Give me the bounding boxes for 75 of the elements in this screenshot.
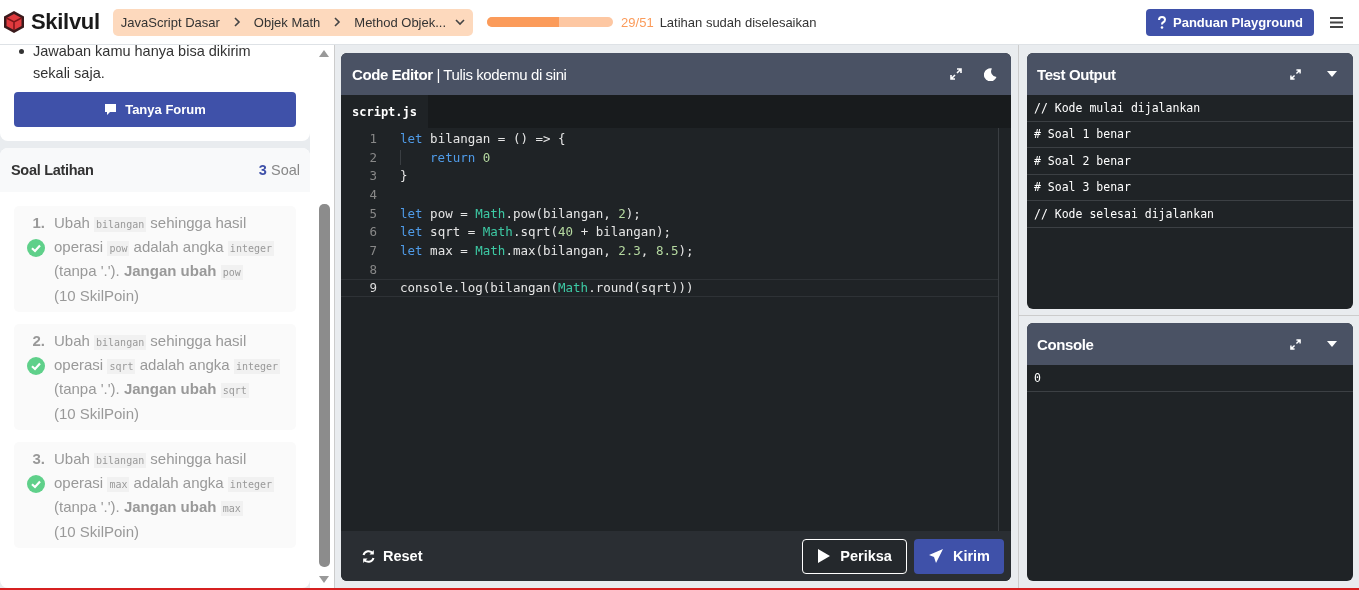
line-number: 9	[368, 280, 377, 296]
points-label: (10 SkilPoin)	[54, 405, 141, 422]
cube-logo-icon	[2, 10, 26, 34]
output-line: 0	[1027, 365, 1353, 392]
menu-button[interactable]	[1328, 14, 1345, 30]
line-number: 5	[368, 205, 377, 221]
output-line: // Kode mulai dijalankan	[1027, 95, 1353, 122]
line-number: 7	[368, 242, 377, 258]
code-line: let sqrt = Math.sqrt(40 + bilangan);	[400, 224, 671, 240]
line-number: 2	[368, 149, 377, 165]
exercise-text: Ubah bilangan sehingga hasil operasi max adalah angka integer (tanpa '.'). Jangan ubah max	[54, 448, 290, 520]
paper-plane-icon	[927, 548, 944, 564]
exercise-number: 1.	[32, 213, 45, 233]
panel-title: Test Output	[1037, 65, 1116, 83]
bullet-icon	[19, 49, 24, 54]
line-number: 6	[368, 224, 377, 240]
collapse-button[interactable]	[1327, 341, 1337, 347]
instruction-text: Jawaban kamu hanya bisa dikirim sekali saja.	[33, 42, 252, 83]
chevron-right-icon	[333, 17, 342, 27]
check-button[interactable]: Periksa	[802, 538, 907, 574]
file-tab[interactable]: script.js	[341, 95, 429, 128]
exercise-title: Soal Latihan	[11, 162, 94, 178]
expand-icon	[1290, 338, 1301, 350]
caret-down-icon	[1327, 71, 1337, 77]
expand-button[interactable]	[1290, 68, 1301, 80]
breadcrumb-item[interactable]: Objek Math	[253, 14, 321, 30]
logo-text: Skilvul	[31, 9, 100, 35]
code-line: console.log(bilangan(Math.round(sqrt)))	[400, 280, 694, 296]
progress-count: 29/51	[621, 14, 654, 30]
play-icon	[817, 548, 832, 564]
expand-button[interactable]	[950, 68, 962, 80]
code-line: let bilangan = () => {	[400, 130, 566, 146]
line-number: 1	[368, 130, 377, 146]
exercise-text: Ubah bilangan sehingga hasil operasi pow adalah angka integer (tanpa '.'). Jangan ubah pow	[54, 212, 290, 284]
code-line: let pow = Math.pow(bilangan, 2);	[400, 205, 641, 221]
scroll-down-icon	[319, 576, 329, 583]
chat-bubble-icon	[104, 103, 118, 116]
expand-icon	[1290, 68, 1301, 80]
scrollbar-thumb[interactable]	[318, 204, 330, 567]
exercise-number: 2.	[32, 331, 45, 351]
code-line: let max = Math.max(bilangan, 2.3, 8.5);	[400, 242, 694, 258]
collapse-button[interactable]	[1327, 71, 1337, 77]
output-line: # Soal 1 benar	[1027, 121, 1353, 148]
moon-icon	[984, 67, 997, 81]
panel-title: Console	[1037, 335, 1094, 353]
line-number: 8	[368, 261, 377, 277]
expand-icon	[950, 68, 962, 80]
reset-button[interactable]: Reset	[361, 548, 423, 564]
breadcrumb-item[interactable]: JavaScript Dasar	[120, 14, 220, 30]
guide-button[interactable]: Panduan Playground	[1146, 8, 1314, 36]
points-label: (10 SkilPoin)	[54, 523, 141, 540]
submit-button[interactable]: Kirim	[913, 538, 1004, 574]
question-icon	[1157, 15, 1167, 29]
chevron-right-icon	[232, 17, 241, 27]
exercise-number: 3.	[32, 449, 45, 469]
editor-title: Code Editor | Tulis kodemu di sini	[352, 65, 567, 83]
forum-button[interactable]: Tanya Forum	[14, 92, 296, 127]
line-number: 3	[368, 168, 377, 184]
code-line: }	[400, 168, 408, 184]
points-label: (10 SkilPoin)	[54, 287, 141, 304]
menu-icon	[1330, 16, 1343, 28]
exercise-count: 3 Soal	[258, 162, 300, 178]
chevron-down-icon	[455, 18, 466, 26]
exercise-text: Ubah bilangan sehingga hasil operasi sqrt adalah angka integer (tanpa '.'). Jangan ubah sqrt	[54, 331, 282, 400]
caret-down-icon	[1327, 341, 1337, 347]
output-line: # Soal 3 benar	[1027, 174, 1353, 201]
expand-button[interactable]	[1290, 338, 1301, 350]
output-line: // Kode selesai dijalankan	[1027, 201, 1353, 228]
output-line: # Soal 2 benar	[1027, 148, 1353, 175]
refresh-icon	[361, 548, 376, 564]
line-number: 4	[368, 186, 377, 202]
scroll-up-icon	[319, 50, 329, 57]
theme-button[interactable]	[984, 67, 997, 81]
progress-label: Latihan sudah diselesaikan	[659, 14, 817, 30]
breadcrumb-item[interactable]: Method Objek...	[354, 14, 447, 30]
